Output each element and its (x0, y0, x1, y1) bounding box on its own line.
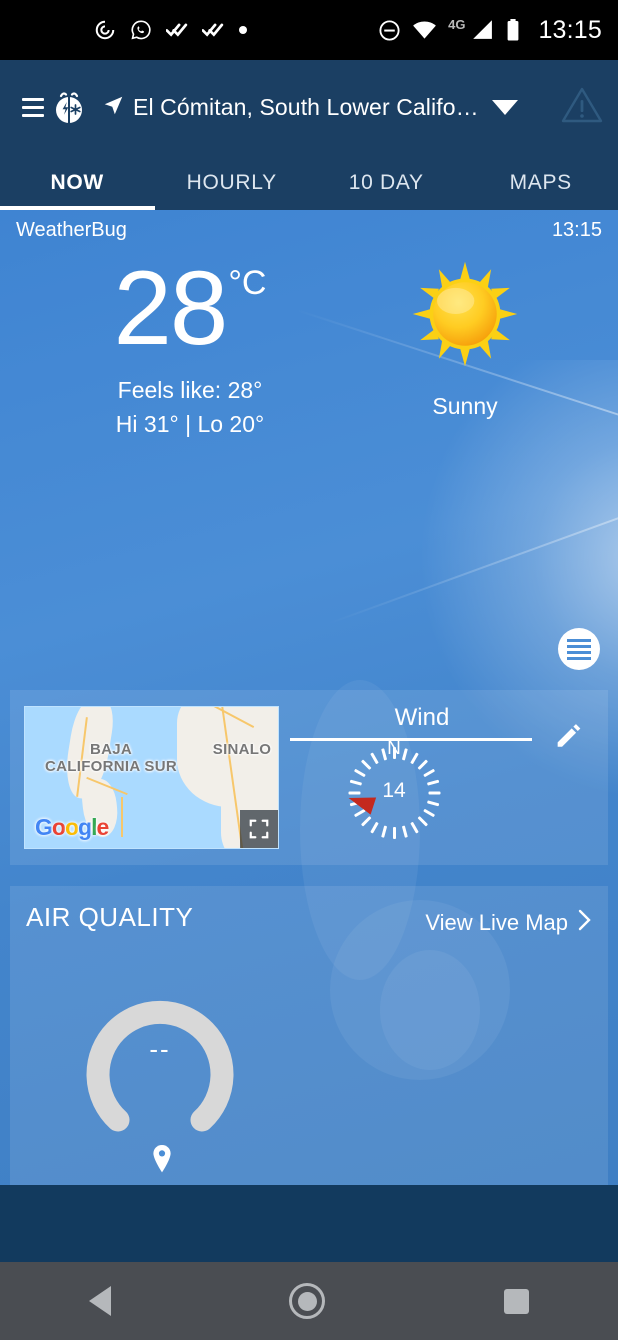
location-selector[interactable]: El Cómitan, South Lower Californ... (83, 94, 546, 121)
main-content: WeatherBug 13:15 28 °C Feels like: 28° H… (0, 210, 618, 1185)
temperature-unit: °C (228, 264, 267, 302)
view-live-map-link[interactable]: View Live Map (425, 908, 592, 938)
location-name: El Cómitan, South Lower Californ... (133, 94, 483, 120)
double-check-icon (166, 21, 188, 39)
air-quality-value: -- (149, 1034, 171, 1064)
current-conditions: 28 °C Feels like: 28° Hi 31° | Lo 20° Su… (0, 250, 618, 488)
whatsapp-icon (130, 19, 152, 41)
status-bar-right-icons: 4G 13:15 (378, 16, 602, 45)
tab-hourly-label: HOURLY (186, 170, 277, 194)
tab-10day-label: 10 DAY (348, 170, 424, 194)
phone-screen: 4G 13:15 El Cómitan, South Lower Califor… (0, 0, 618, 1340)
view-live-map-label: View Live Map (425, 910, 568, 935)
wind-compass: N 14 (344, 738, 444, 843)
chevron-right-icon (576, 908, 592, 938)
temperature-block: 28 °C Feels like: 28° Hi 31° | Lo 20° (60, 250, 320, 438)
pencil-edit-icon[interactable] (552, 718, 586, 757)
map-thumbnail[interactable]: BAJA CALIFORNIA SUR SINALO Google (24, 706, 279, 849)
menu-and-logo-button[interactable] (0, 88, 89, 128)
map-road (121, 797, 123, 837)
condition-label: Sunny (432, 393, 498, 419)
layers-list-icon[interactable] (558, 628, 600, 670)
battery-icon (505, 18, 521, 42)
double-check-icon (202, 21, 224, 39)
weatherbug-logo-icon (49, 88, 89, 128)
tab-hourly[interactable]: HOURLY (155, 155, 310, 210)
air-quality-gauge: -- (60, 948, 260, 1148)
wind-details: Wind N 14 (288, 690, 608, 865)
dot-icon (238, 25, 248, 35)
home-circle-icon[interactable] (289, 1283, 326, 1319)
content-clock: 13:15 (551, 219, 602, 241)
location-arrow-icon (103, 95, 124, 121)
warning-triangle-icon (559, 84, 605, 131)
status-bar-clock: 13:15 (538, 15, 602, 44)
map-label-sinaloa: SINALO (212, 741, 272, 758)
app-name-label: WeatherBug (16, 219, 127, 241)
sun-icon (409, 261, 521, 374)
hamburger-menu-icon[interactable] (22, 98, 44, 117)
tab-10day[interactable]: 10 DAY (309, 155, 464, 210)
do-not-disturb-icon (378, 19, 401, 42)
lens-flare-streak (327, 510, 618, 625)
status-bar: 4G 13:15 (0, 0, 618, 60)
recents-square-icon[interactable] (503, 1288, 529, 1314)
air-quality-title: AIR QUALITY (26, 902, 194, 932)
tab-maps[interactable]: MAPS (464, 155, 618, 210)
air-quality-card[interactable]: AIR QUALITY View Live Map -- last update… (10, 886, 608, 1185)
current-temperature: 28 (113, 250, 229, 367)
chevron-down-icon[interactable] (492, 100, 518, 115)
android-nav-bar (0, 1262, 618, 1340)
fullscreen-expand-icon[interactable] (240, 810, 278, 848)
network-type-label: 4G (448, 16, 466, 32)
loading-spinner-icon (94, 19, 116, 41)
map-label-baja: BAJA CALIFORNIA SUR (45, 741, 177, 776)
condition-block: Sunny (370, 258, 560, 420)
weather-alert-button[interactable] (546, 84, 618, 131)
back-triangle-icon[interactable] (89, 1286, 112, 1316)
tab-now-label: NOW (50, 170, 104, 194)
wind-card[interactable]: BAJA CALIFORNIA SUR SINALO Google Wind 1… (10, 690, 608, 865)
feels-like-label: Feels like: 28° (117, 376, 263, 403)
google-attribution: Google (35, 814, 109, 840)
status-bar-left-icons (94, 19, 248, 41)
tab-maps-label: MAPS (509, 170, 572, 194)
wifi-icon (412, 20, 437, 40)
bottom-bar (0, 1185, 618, 1262)
hi-lo-label: Hi 31° | Lo 20° (115, 410, 265, 437)
map-pin-icon (150, 1144, 174, 1179)
app-header: El Cómitan, South Lower Californ... (0, 60, 618, 155)
main-tab-bar: NOW HOURLY 10 DAY MAPS (0, 155, 618, 210)
tab-now[interactable]: NOW (0, 155, 155, 210)
cell-signal-icon (472, 19, 494, 41)
